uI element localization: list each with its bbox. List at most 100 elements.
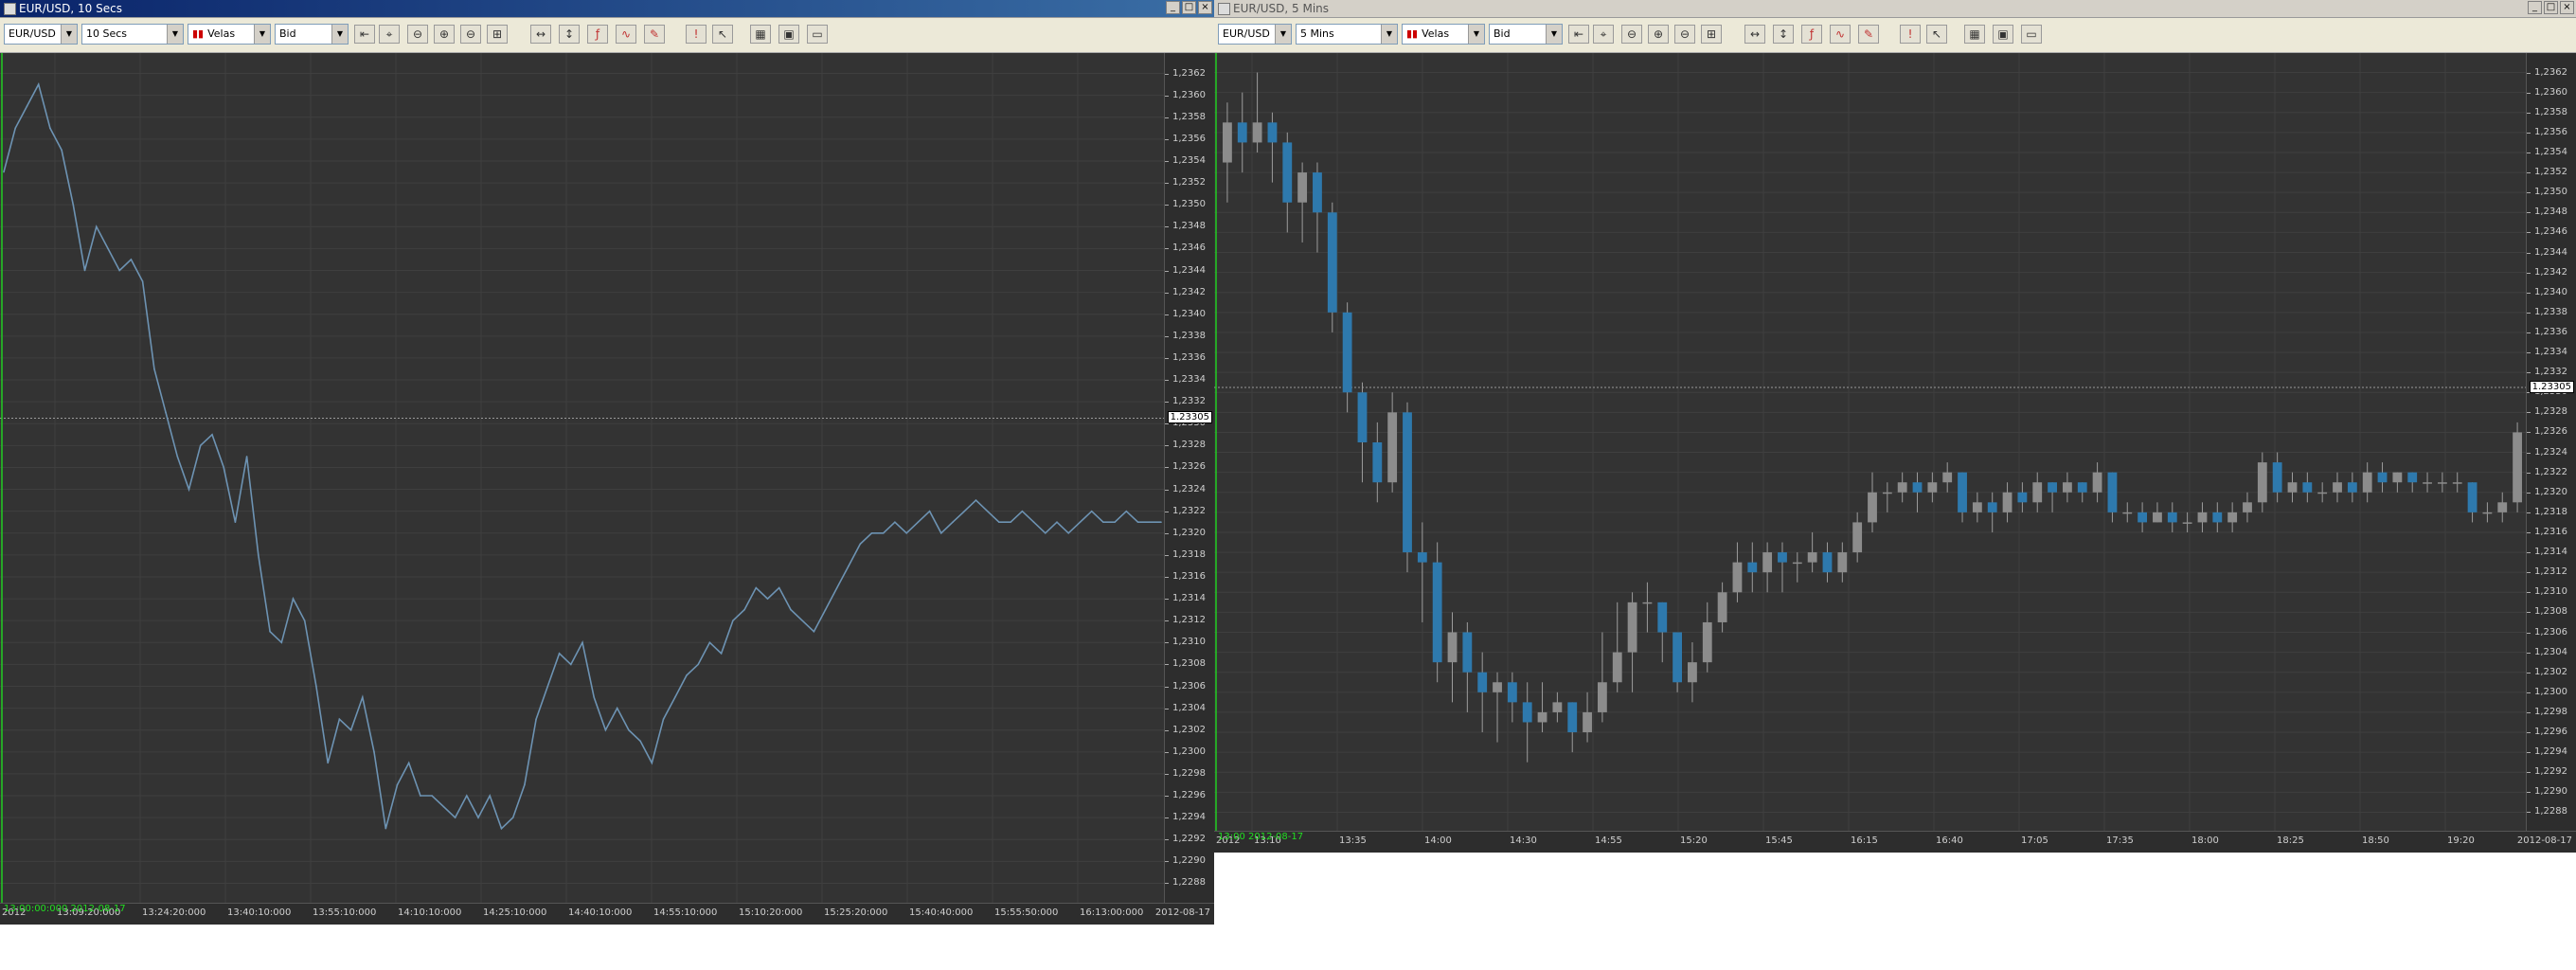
y-tick-label: 1,2320 [1172, 527, 1206, 538]
y-tick-mark [1165, 183, 1169, 185]
x-tick-label: 16:13:00:000 [1080, 907, 1144, 918]
minimize-button[interactable]: _ [1166, 1, 1180, 14]
x-tick-label: 18:25 [2277, 835, 2304, 846]
pointer-icon[interactable]: ↖ [712, 25, 733, 44]
y-tick-mark [2527, 232, 2531, 234]
crosshair-icon[interactable]: ⌖ [1593, 25, 1614, 44]
line-chart-area[interactable]: 1,2362 1,2360 1,2358 1,2356 1,2354 1,2352 1,23… [0, 53, 1214, 925]
y-tick-mark [2527, 812, 2531, 814]
y-tick-label: 1,2324 [2534, 446, 2567, 458]
candle-body [1252, 122, 1262, 143]
y-tick-mark [1165, 489, 1169, 491]
zoom-area-icon[interactable]: ⊞ [487, 25, 508, 44]
data-point [801, 620, 803, 621]
y-tick-label: 1,2316 [2534, 526, 2567, 537]
layout-icon[interactable]: ▦ [750, 25, 771, 44]
zoom-out-icon[interactable]: ⊖ [1674, 25, 1695, 44]
zoom-in-icon[interactable]: ⊕ [434, 25, 455, 44]
alert-icon[interactable]: ✎ [1858, 25, 1879, 44]
data-point [14, 127, 17, 130]
price-axis[interactable]: 1,2362 1,2360 1,2358 1,2356 1,2354 1,2352 1,23… [1164, 53, 1214, 925]
trade-icon[interactable]: ! [686, 25, 707, 44]
title-bar[interactable]: EUR/USD, 5 Mins _ □ × [1214, 0, 2576, 18]
chart-style-select[interactable]: ▮▮ Velas ▼ [188, 24, 271, 45]
candle-body [1657, 602, 1668, 633]
data-point [535, 718, 537, 720]
data-point [176, 456, 179, 458]
candle-body [2153, 512, 2162, 523]
current-price-tag: 1.23305 [1167, 411, 1212, 424]
candle-body [1897, 482, 1907, 493]
settings-icon[interactable]: ▭ [807, 25, 828, 44]
period-select[interactable]: 5 Mins ▼ [1296, 24, 1398, 45]
candle-body [1313, 172, 1322, 213]
candle-body [1417, 552, 1427, 563]
candle-body [2423, 482, 2432, 484]
x-tick-label: 14:55:10:000 [653, 907, 718, 918]
time-axis[interactable]: 2012 2012-08-17 13:09:20:000 13:24:20:000… [0, 903, 1214, 925]
pointer-icon[interactable]: ↖ [1926, 25, 1947, 44]
candlestick-chart-area[interactable]: 1,2362 1,2360 1,2358 1,2356 1,2354 1,2352 1,23… [1214, 53, 2576, 853]
zoom-area-icon[interactable]: ⊞ [1701, 25, 1722, 44]
title-bar[interactable]: EUR/USD, 10 Secs _ □ × [0, 0, 1214, 18]
zoom-out-icon[interactable]: ⊖ [1621, 25, 1642, 44]
maximize-button[interactable]: □ [1182, 1, 1196, 14]
chevron-down-icon: ▼ [331, 25, 348, 44]
y-tick-mark [1165, 138, 1169, 140]
chart-window-10secs[interactable]: EUR/USD, 10 Secs _ □ × EUR/USD ▼ 10 Secs ▼… [0, 0, 1214, 932]
candle-body [1912, 482, 1923, 493]
zoom-out-icon[interactable]: ⊖ [460, 25, 481, 44]
cursor-icon[interactable]: ↕ [1773, 25, 1794, 44]
y-tick-label: 1,2356 [2534, 126, 2567, 137]
chart-style-select[interactable]: ▮▮ Velas ▼ [1402, 24, 1485, 45]
data-point [628, 728, 630, 731]
chart-app-icon [4, 3, 16, 15]
x-tick-label: 13:24:20:000 [142, 907, 206, 918]
instrument-select[interactable]: EUR/USD ▼ [1218, 24, 1292, 45]
save-icon[interactable]: ▣ [778, 25, 799, 44]
zoom-out-icon[interactable]: ⊖ [407, 25, 428, 44]
period-select[interactable]: 10 Secs ▼ [81, 24, 184, 45]
zoom-in-icon[interactable]: ⊕ [1648, 25, 1669, 44]
indicator-icon[interactable]: ƒ [1801, 25, 1822, 44]
zoom-fit-icon[interactable]: ⇤ [1568, 25, 1589, 44]
maximize-button[interactable]: □ [2544, 1, 2558, 14]
instrument-select[interactable]: EUR/USD ▼ [4, 24, 78, 45]
data-point [952, 521, 954, 524]
x-tick-label: 16:40 [1936, 835, 1963, 846]
price-side-select[interactable]: Bid ▼ [275, 24, 349, 45]
settings-icon[interactable]: ▭ [2021, 25, 2042, 44]
candle-body [1342, 312, 1352, 393]
scroll-icon[interactable]: ↔ [530, 25, 551, 44]
time-axis[interactable]: 2012 2012-08-17 13:10 13:35 14:00 14:30 14:5… [1214, 831, 2576, 853]
zoom-fit-icon[interactable]: ⇤ [354, 25, 375, 44]
indicator-icon[interactable]: ƒ [587, 25, 608, 44]
close-button[interactable]: × [1198, 1, 1212, 14]
trade-icon[interactable]: ! [1900, 25, 1921, 44]
chart-window-5mins[interactable]: EUR/USD, 5 Mins _ □ × EUR/USD ▼ 5 Mins ▼ ▮… [1214, 0, 2576, 856]
close-button[interactable]: × [2560, 1, 2574, 14]
drawing-icon[interactable]: ∿ [1830, 25, 1851, 44]
candle-body [2392, 472, 2403, 483]
candle-body [1882, 492, 1892, 494]
candle-body [1852, 522, 1863, 553]
y-tick-label: 1,2322 [1172, 505, 1206, 516]
candle-body [2138, 512, 2148, 523]
alert-icon[interactable]: ✎ [644, 25, 665, 44]
minimize-button[interactable]: _ [2528, 1, 2542, 14]
data-point [651, 762, 653, 764]
drawing-icon[interactable]: ∿ [616, 25, 636, 44]
price-side-select[interactable]: Bid ▼ [1489, 24, 1563, 45]
candle-body [2048, 482, 2057, 493]
line-chart-svg [0, 53, 1165, 904]
candle-body [1297, 172, 1308, 203]
y-tick-label: 1,2340 [1172, 308, 1206, 319]
data-point [616, 707, 618, 710]
data-point [338, 718, 341, 720]
price-axis[interactable]: 1,2362 1,2360 1,2358 1,2356 1,2354 1,2352 1,23… [2526, 53, 2576, 853]
save-icon[interactable]: ▣ [1993, 25, 2013, 44]
scroll-icon[interactable]: ↔ [1744, 25, 1765, 44]
cursor-icon[interactable]: ↕ [559, 25, 580, 44]
layout-icon[interactable]: ▦ [1964, 25, 1985, 44]
crosshair-icon[interactable]: ⌖ [379, 25, 400, 44]
